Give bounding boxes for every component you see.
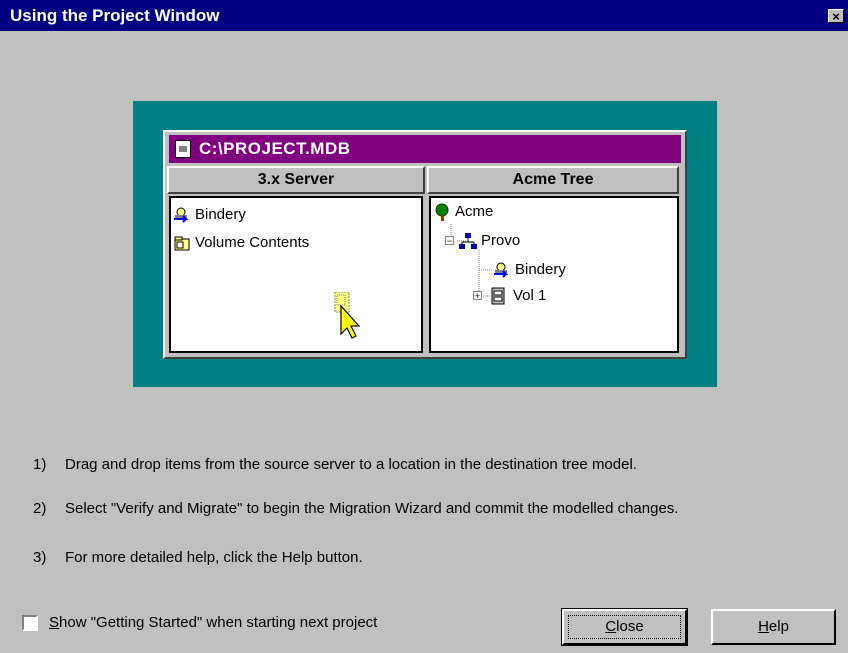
checkbox-label-text: how "Getting Started" when starting next… xyxy=(59,614,378,631)
close-window-button[interactable]: × xyxy=(828,9,844,23)
volume-icon xyxy=(491,287,505,305)
focus-rectangle xyxy=(568,615,681,639)
show-getting-started-checkbox[interactable] xyxy=(22,615,38,631)
close-button[interactable]: Close xyxy=(561,608,688,646)
help-mnemonic: H xyxy=(758,618,769,635)
source-pane-header: 3.x Server xyxy=(167,166,425,194)
step-text: Select "Verify and Migrate" to begin the… xyxy=(65,500,679,517)
illustration-frame: C:\PROJECT.MDB 3.x Server Acme Tree Bind… xyxy=(133,101,717,387)
dialog-body: C:\PROJECT.MDB 3.x Server Acme Tree Bind… xyxy=(0,31,848,653)
window-title: Using the Project Window xyxy=(10,6,220,25)
project-window-title-bar: C:\PROJECT.MDB xyxy=(169,135,681,163)
step-number: 1) xyxy=(33,456,47,473)
help-label-text: elp xyxy=(768,618,789,635)
help-button[interactable]: Help xyxy=(711,609,836,645)
tree-root-label: Acme xyxy=(455,203,494,220)
step-text: Drag and drop items from the source serv… xyxy=(65,456,637,473)
database-document-icon xyxy=(175,140,191,158)
volume-contents-label: Volume Contents xyxy=(195,234,310,251)
step-number: 3) xyxy=(33,549,47,566)
tree-icon xyxy=(435,203,449,221)
volume-label: Vol 1 xyxy=(513,287,547,304)
destination-pane-header: Acme Tree xyxy=(427,166,679,194)
drag-cursor-icon xyxy=(334,292,361,339)
instruction-step-2: 2) Select "Verify and Migrate" to begin t… xyxy=(33,500,678,517)
organization-label: Provo xyxy=(481,232,521,249)
bindery-label: Bindery xyxy=(195,206,246,223)
project-file-path: C:\PROJECT.MDB xyxy=(199,139,351,158)
instruction-step-3: 3) For more detailed help, click the Help… xyxy=(33,549,363,566)
expand-toggle-icon[interactable]: + xyxy=(473,291,482,301)
collapse-toggle-icon[interactable]: − xyxy=(445,236,454,246)
show-getting-started-label[interactable]: Show "Getting Started" when starting nex… xyxy=(49,614,377,631)
title-bar: Using the Project Window × xyxy=(0,0,848,31)
step-number: 2) xyxy=(33,500,47,517)
organization-icon xyxy=(459,233,477,249)
project-window-illustration: C:\PROJECT.MDB 3.x Server Acme Tree Bind… xyxy=(163,130,687,359)
instruction-step-1: 1) Drag and drop items from the source se… xyxy=(33,456,637,473)
bindery-icon xyxy=(494,262,509,278)
source-server-pane: Bindery Volume Contents xyxy=(169,196,423,353)
volume-contents-icon xyxy=(174,236,190,251)
bindery-icon xyxy=(174,207,189,223)
step-text: For more detailed help, click the Help b… xyxy=(65,549,363,566)
bindery-node-label: Bindery xyxy=(515,261,566,278)
destination-tree-pane: Acme − Provo Bindery + Vol 1 xyxy=(429,196,679,353)
checkbox-mnemonic: S xyxy=(49,614,60,631)
